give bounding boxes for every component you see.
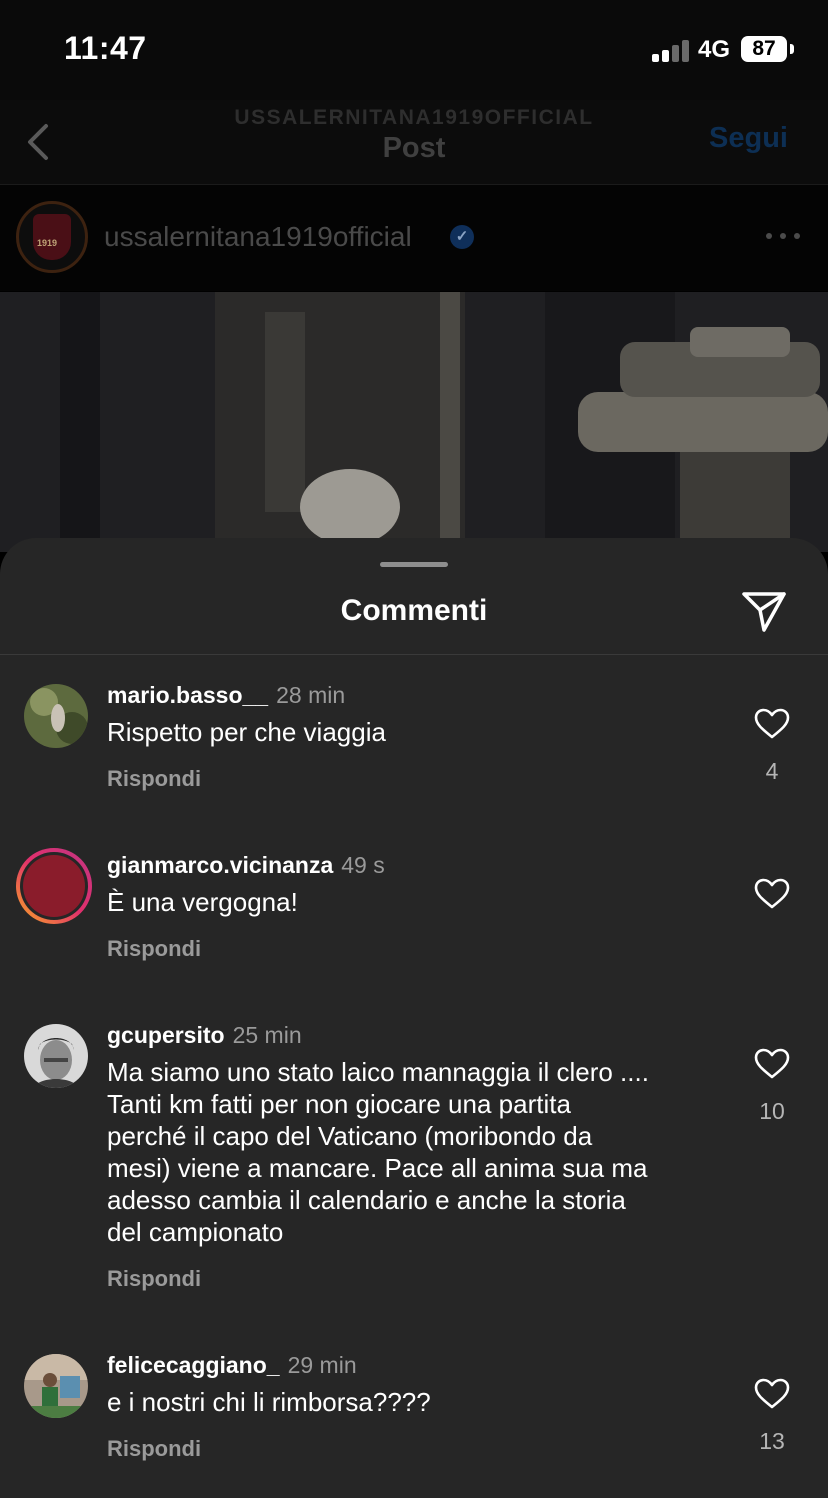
avatar-photo — [24, 1024, 88, 1088]
comment-time: 25 min — [232, 1022, 302, 1048]
comment-text-line: del campionato — [107, 1217, 284, 1247]
comment-text: Ma siamo uno stato laico mannaggia il cl… — [107, 1056, 717, 1248]
comments-sheet: Commenti mario.basso__ 28 min Rispetto pe… — [0, 538, 828, 1498]
verified-badge-icon: ✓ — [450, 225, 474, 249]
comment-text: e i nostri chi li rimborsa???? — [107, 1387, 431, 1417]
comment-item: felicecaggiano_ 29 min e i nostri chi li … — [0, 1346, 828, 1496]
status-bar: 11:47 4G 87 — [0, 0, 828, 100]
comment-text: È una vergogna! — [107, 887, 298, 917]
author-avatar[interactable]: 1919 — [16, 201, 88, 273]
post-header: USSALERNITANA1919OFFICIAL Post Segui — [0, 100, 828, 185]
page-title: Post — [382, 132, 446, 164]
avatar-photo — [16, 848, 92, 924]
sheet-grabber[interactable] — [380, 562, 448, 567]
reply-button[interactable]: Rispondi — [107, 766, 201, 792]
crest-label: 1919 — [37, 238, 58, 248]
heart-icon — [754, 708, 790, 739]
comment-text-line: mesi) viene a mancare. Pace all anima su… — [107, 1153, 648, 1183]
heart-icon — [754, 1378, 790, 1409]
comment-item: mario.basso__ 28 min Rispetto per che via… — [0, 676, 828, 826]
comment-username[interactable]: gianmarco.vicinanza — [107, 852, 333, 878]
header-account-name: USSALERNITANA1919OFFICIAL — [234, 106, 594, 129]
more-options-button[interactable] — [766, 233, 802, 241]
commenter-avatar[interactable] — [24, 1354, 88, 1418]
author-username[interactable]: ussalernitana1919official — [104, 221, 412, 253]
share-button[interactable] — [740, 586, 788, 634]
comment-item: gianmarco.vicinanza 49 s È una vergogna! … — [0, 846, 828, 996]
signal-strength-icon — [652, 38, 692, 62]
commenter-avatar[interactable] — [14, 846, 94, 926]
like-button[interactable] — [754, 878, 790, 910]
heart-icon — [754, 878, 790, 909]
comment-username[interactable]: felicecaggiano_ — [107, 1352, 280, 1378]
comment-username[interactable]: gcupersito — [107, 1022, 225, 1048]
like-button[interactable] — [754, 1048, 790, 1080]
status-time: 11:47 — [64, 30, 147, 66]
sheet-title: Commenti — [340, 594, 488, 627]
comment-username[interactable]: mario.basso__ — [107, 682, 268, 708]
commenter-avatar[interactable] — [24, 684, 88, 748]
like-count: 13 — [759, 1428, 785, 1454]
like-button[interactable] — [754, 708, 790, 740]
avatar-photo — [24, 684, 88, 748]
comment-text-line: perché il capo del Vaticano (moribondo d… — [107, 1121, 593, 1151]
reply-button[interactable]: Rispondi — [107, 1266, 201, 1292]
comment-text-line: Tanti km fatti per non giocare una parti… — [107, 1089, 571, 1119]
comment-time: 49 s — [341, 852, 385, 878]
post-image[interactable] — [0, 292, 828, 552]
avatar-photo — [24, 1354, 88, 1418]
post-photo — [0, 292, 828, 552]
comment-time: 28 min — [276, 682, 346, 708]
like-button[interactable] — [754, 1378, 790, 1410]
comment-text-line: Ma siamo uno stato laico mannaggia il cl… — [107, 1057, 649, 1087]
sheet-divider — [0, 654, 828, 655]
comment-time: 29 min — [287, 1352, 357, 1378]
heart-icon — [754, 1048, 790, 1079]
follow-button[interactable]: Segui — [709, 122, 788, 155]
network-type: 4G — [698, 36, 731, 63]
battery-icon: 87 — [741, 36, 787, 62]
like-count: 10 — [759, 1098, 785, 1124]
battery-tip — [790, 44, 794, 54]
comment-item: gcupersito 25 min Ma siamo uno stato laic… — [0, 1016, 828, 1316]
club-crest-icon — [33, 214, 71, 260]
reply-button[interactable]: Rispondi — [107, 936, 201, 962]
post-author-row: 1919 ussalernitana1919official ✓ — [0, 185, 828, 291]
like-count: 4 — [765, 758, 779, 784]
reply-button[interactable]: Rispondi — [107, 1436, 201, 1462]
commenter-avatar[interactable] — [24, 1024, 88, 1088]
send-icon — [742, 592, 786, 632]
comment-text: Rispetto per che viaggia — [107, 717, 386, 747]
comment-text-line: adesso cambia il calendario e anche la s… — [107, 1185, 626, 1215]
